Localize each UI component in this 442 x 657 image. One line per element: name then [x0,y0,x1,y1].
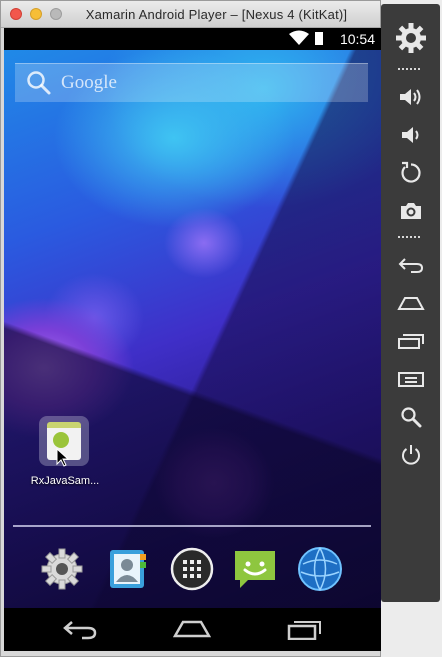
search-button[interactable] [381,403,440,431]
title-bar[interactable]: Xamarin Android Player – [Nexus 4 (KitKa… [1,1,380,28]
volume-down-icon [401,127,418,143]
dock-divider [13,525,371,527]
status-time: 10:54 [339,31,375,47]
recents-icon[interactable] [287,618,323,640]
home-button[interactable] [381,289,440,317]
status-bar: 10:54 [4,28,381,50]
close-window-button[interactable] [10,8,22,20]
contacts-icon[interactable] [104,546,150,592]
power-button[interactable] [381,441,440,469]
search-icon [400,407,421,428]
back-icon[interactable] [62,618,98,640]
rxjava-app-label: RxJavaSam... [30,475,100,487]
sidebar-separator [398,68,422,70]
camera-icon [400,203,421,219]
menu-icon [397,372,424,387]
rotate-button[interactable] [381,159,440,187]
home-icon [396,297,425,310]
player-window: Xamarin Android Player – [Nexus 4 (KitKa… [0,0,381,657]
google-search-bar[interactable]: Google [15,63,368,102]
power-icon [401,445,420,465]
battery-icon [315,32,323,45]
home-icon[interactable] [173,618,211,640]
settings-button[interactable] [381,23,440,53]
menu-button[interactable] [381,365,440,393]
app-drawer-icon[interactable] [169,546,215,592]
back-icon [398,258,423,273]
gear-icon[interactable] [39,546,85,592]
globe-icon[interactable] [297,546,343,592]
volume-down-button[interactable] [381,121,440,149]
rotate-icon [400,161,421,183]
window-title: Xamarin Android Player – [Nexus 4 (KitKa… [85,7,348,22]
search-icon [27,71,51,95]
messaging-icon[interactable] [232,546,278,592]
volume-up-button[interactable] [381,83,440,111]
wifi-icon [289,30,309,45]
minimize-window-button[interactable] [30,8,42,20]
app-icon-badge [53,432,69,448]
mouse-cursor-icon [56,448,70,467]
navigation-bar [4,608,381,651]
player-controls-sidebar [381,4,440,602]
volume-up-icon [399,89,420,105]
gear-icon [395,23,426,53]
screenshot-button[interactable] [381,197,440,225]
sidebar-separator [398,236,422,238]
wallpaper-shade-2 [4,28,381,608]
back-button[interactable] [381,251,440,279]
recents-button[interactable] [381,327,440,355]
device-screen[interactable]: 10:54 Google RxJavaSam... [4,28,381,651]
search-label: Google [61,72,117,93]
recents-icon [397,334,424,349]
